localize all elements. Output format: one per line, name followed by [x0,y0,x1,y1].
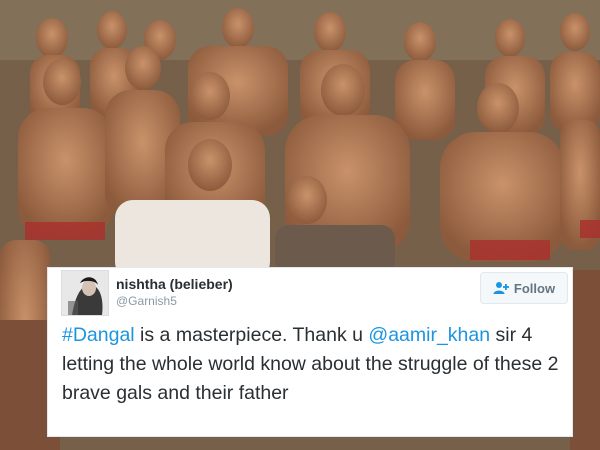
profile-avatar[interactable] [61,270,109,316]
display-name[interactable]: nishtha (belieber) [116,276,233,292]
tweet-text: #Dangal is a masterpiece. Thank u @aamir… [62,321,562,408]
hashtag-link[interactable]: #Dangal [62,324,135,346]
follow-label: Follow [513,280,556,296]
follow-person-plus-icon [493,281,509,295]
user-handle[interactable]: @Garnish5 [116,294,177,308]
mention-link[interactable]: @aamir_khan [368,324,490,346]
follow-button[interactable]: Follow [480,272,568,304]
avatar-image [62,271,108,315]
tweet-text-part1: is a masterpiece. Thank u [134,324,369,346]
tweet-card: nishtha (belieber) @Garnish5 Follow #Dan… [47,267,573,437]
